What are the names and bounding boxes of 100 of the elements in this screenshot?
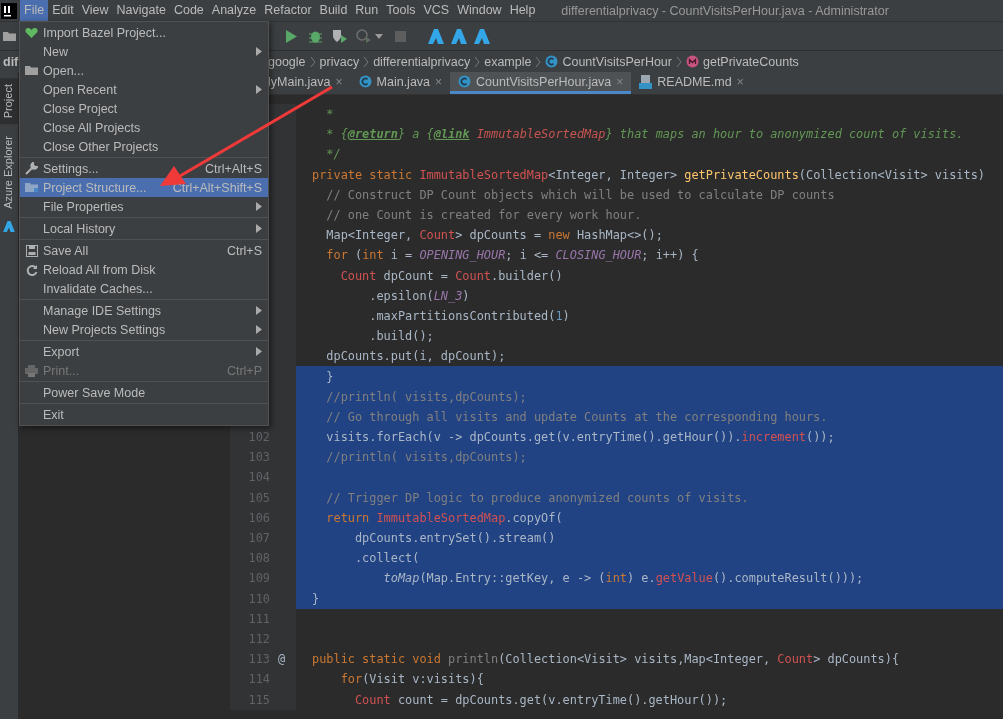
breadcrumb[interactable]: differentialprivacy (373, 54, 471, 69)
chevron-right-icon (309, 55, 316, 68)
azure-icon[interactable] (451, 28, 467, 44)
code-line: //println( visits,dpCounts); (325, 389, 527, 404)
menu-item[interactable]: New (20, 42, 268, 61)
menu-item[interactable]: Exit (20, 405, 268, 424)
azure-icon[interactable] (428, 28, 444, 44)
markdown-file-icon (639, 74, 653, 89)
editor-tab[interactable]: CountVisitsPerHour.java × (450, 72, 632, 94)
code-line: */ (325, 147, 341, 162)
window-title: differentialprivacy - CountVisitsPerHour.java - Administrator (561, 3, 889, 18)
tool-window-tab[interactable]: Azure Explorer (0, 130, 18, 215)
menu-item[interactable]: File Properties (20, 197, 268, 216)
menu-item[interactable]: Reload All from Disk (20, 260, 268, 279)
menu-item[interactable]: Manage IDE Settings (20, 301, 268, 320)
printer-icon (25, 364, 38, 377)
breadcrumb[interactable]: google (268, 54, 306, 69)
menu-item[interactable]: Import Bazel Project... (20, 23, 268, 42)
class-icon (458, 75, 472, 88)
folder-icon (24, 65, 39, 76)
folder-icon[interactable] (3, 30, 17, 42)
menu-item[interactable]: Power Save Mode (20, 383, 268, 402)
close-icon[interactable]: × (335, 74, 343, 89)
editor-tab[interactable]: README.md × (631, 72, 752, 94)
code-line: for (int i = OPENING_HOUR; i <= CLOSING_HOUR; i++) { (325, 248, 699, 263)
menu-item[interactable]: VCS (419, 0, 454, 21)
class-icon (358, 75, 372, 88)
menu-item[interactable]: View (77, 0, 113, 21)
wrench-icon (25, 162, 38, 175)
run-icon[interactable] (285, 29, 297, 43)
heart-icon (25, 26, 38, 39)
code-line: // one Count is created for every work hour. (325, 208, 642, 223)
app-logo-icon (0, 1, 18, 20)
chevron-right-icon (676, 55, 682, 68)
code-line: return ImmutableSortedMap.copyOf( (325, 510, 563, 525)
code-line: .build(); (368, 329, 434, 344)
menu-item[interactable]: Help (505, 0, 540, 21)
method-icon (686, 55, 699, 68)
menu-item[interactable]: Settings... Ctrl+Alt+S (20, 159, 268, 178)
chevron-right-icon (535, 55, 542, 68)
menu-item[interactable]: Navigate (112, 0, 170, 21)
code-line: Map<Integer, Count> dpCounts = new HashMap<>(); (325, 228, 663, 243)
clock-run-icon[interactable] (356, 29, 372, 43)
code-line: // Trigger DP logic to produce anonymized counts of visits. (325, 490, 749, 505)
menu-item[interactable]: Close Project (20, 99, 268, 118)
azure-icon[interactable] (3, 221, 15, 232)
menu-item[interactable]: Analyze (207, 0, 261, 21)
bug-icon[interactable] (309, 29, 322, 43)
code-line: } (311, 591, 320, 606)
breadcrumb[interactable]: privacy (319, 54, 360, 69)
menu-item[interactable]: Tools (382, 0, 420, 21)
menu-item[interactable]: Close All Projects (20, 118, 268, 137)
shield-run-icon[interactable] (332, 29, 348, 43)
azure-icon[interactable] (474, 28, 490, 44)
close-icon[interactable]: × (736, 74, 744, 89)
code-line: // Construct DP Count objects which will be used to calculate DP counts (325, 187, 835, 202)
breadcrumb[interactable]: example (484, 54, 532, 69)
class-icon (545, 55, 559, 68)
code-line: public static void println(Collection<Visit> visits,Map<Integer, Count> dpCounts){ (311, 652, 900, 667)
menu-item[interactable]: Edit (48, 0, 78, 21)
code-line: dpCounts.put(i, dpCount); (325, 349, 506, 364)
code-line: private static ImmutableSortedMap<Integer, Integer> getPrivateCounts(Collection<Visit> visits) (311, 167, 985, 182)
folder-icon (24, 182, 39, 193)
menu-item[interactable]: Refactor (260, 0, 316, 21)
menu-item[interactable]: Open... (20, 61, 268, 80)
menu-item[interactable]: Close Other Projects (20, 137, 268, 156)
code-line: for(Visit v:visits){ (339, 672, 484, 687)
code-line: visits.forEach(v -> dpCounts.get(v.entryTime().getHour()).increment()); (325, 430, 835, 445)
code-line: // Go through all visits and update Counts at the corresponding hours. (325, 409, 828, 424)
code-line: } (325, 369, 334, 384)
tool-window-tab[interactable]: Project (0, 78, 18, 125)
menu-item[interactable]: Save All Ctrl+S (20, 241, 268, 260)
close-icon[interactable]: × (435, 74, 443, 89)
breadcrumb[interactable]: CountVisitsPerHour (545, 54, 672, 69)
editor-tab[interactable]: Main.java × (350, 72, 451, 94)
refresh-icon (25, 263, 38, 276)
menu-item[interactable]: Code (169, 0, 208, 21)
chevron-right-icon (363, 55, 370, 68)
code-line: dpCounts.entrySet().stream() (353, 531, 556, 546)
menu-item[interactable]: Export (20, 342, 268, 361)
menu-item[interactable]: Window (453, 0, 506, 21)
menu-item[interactable]: Open Recent (20, 80, 268, 99)
code-line: Count dpCount = Count.builder() (339, 268, 563, 283)
caret-icon[interactable] (375, 33, 383, 39)
code-line: .maxPartitionsContributed(1) (368, 308, 570, 323)
chevron-right-icon (474, 55, 481, 68)
code-line: .collect( (353, 551, 420, 566)
gutter-mark: @ (278, 652, 286, 667)
menu-item[interactable]: Run (351, 0, 383, 21)
menu-item[interactable]: Invalidate Caches... (20, 279, 268, 298)
menu-item[interactable]: Local History (20, 219, 268, 238)
code-line: .epsilon(LN_3) (368, 288, 470, 303)
menu-item[interactable]: Build (315, 0, 352, 21)
code-line: * (325, 107, 334, 122)
menu-item[interactable]: New Projects Settings (20, 320, 268, 339)
project-name: dif (3, 54, 19, 69)
code-line: toMap(Map.Entry::getKey, e -> (int) e.getValue().computeResult())); (382, 571, 864, 586)
code-line: Count count = dpCounts.get(v.entryTime().getHour()); (353, 692, 728, 707)
code-line: * {@return} a {@link ImmutableSortedMap} that maps an hour to anonymized count of visits. (325, 127, 964, 142)
breadcrumb[interactable]: getPrivateCounts (686, 54, 799, 69)
